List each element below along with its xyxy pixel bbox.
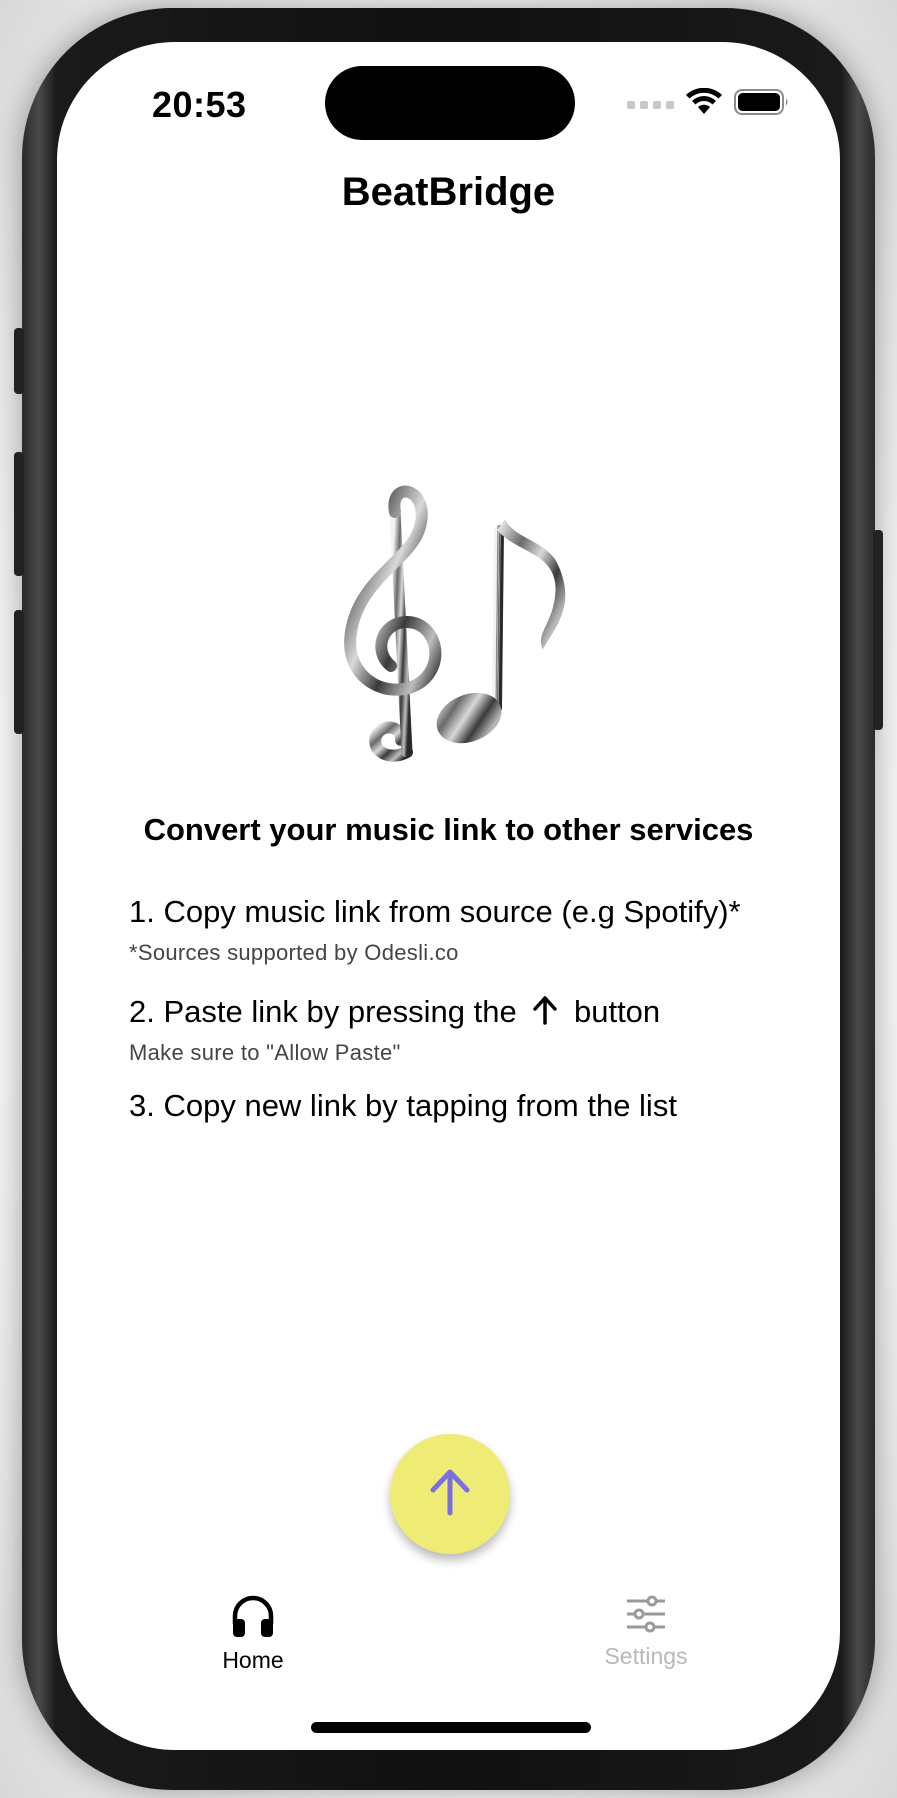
step-2-note: Make sure to "Allow Paste" bbox=[129, 1040, 401, 1065]
step-2: 2. Paste link by pressing the button bbox=[129, 994, 660, 1033]
dynamic-island bbox=[325, 66, 575, 140]
power-button bbox=[873, 530, 883, 730]
tab-settings-label: Settings bbox=[604, 1643, 688, 1669]
status-time: 20:53 bbox=[152, 84, 247, 125]
step-2-text-after: button bbox=[573, 994, 661, 1029]
volume-down-button bbox=[14, 610, 24, 734]
app-screen: 20:53 BeatBridge Convert your music link… bbox=[57, 42, 840, 1750]
cellular-signal-icon bbox=[627, 100, 674, 109]
battery-icon bbox=[734, 88, 790, 121]
step-3: 3. Copy new link by tapping from the lis… bbox=[129, 1088, 677, 1123]
instructions-headline: Convert your music link to other service… bbox=[143, 812, 754, 847]
wifi-icon bbox=[686, 87, 722, 121]
status-icons bbox=[627, 87, 790, 121]
home-indicator[interactable] bbox=[311, 1722, 591, 1733]
step-2-text-before: 2. Paste link by pressing the bbox=[129, 994, 517, 1029]
step-1-note: *Sources supported by Odesli.co bbox=[129, 940, 459, 965]
sliders-icon bbox=[625, 1594, 667, 1639]
paste-link-button[interactable] bbox=[390, 1434, 510, 1554]
volume-up-button bbox=[14, 452, 24, 576]
tab-settings[interactable]: Settings bbox=[566, 1594, 726, 1670]
arrow-up-icon bbox=[427, 1467, 473, 1522]
app-title: BeatBridge bbox=[341, 170, 556, 214]
step-1: 1. Copy music link from source (e.g Spot… bbox=[129, 894, 741, 929]
arrow-up-icon bbox=[531, 995, 559, 1033]
action-button bbox=[14, 328, 24, 394]
tab-home[interactable]: Home bbox=[173, 1594, 333, 1674]
tab-home-label: Home bbox=[222, 1647, 284, 1673]
music-notes-icon bbox=[329, 482, 589, 772]
headphones-icon bbox=[230, 1594, 276, 1643]
